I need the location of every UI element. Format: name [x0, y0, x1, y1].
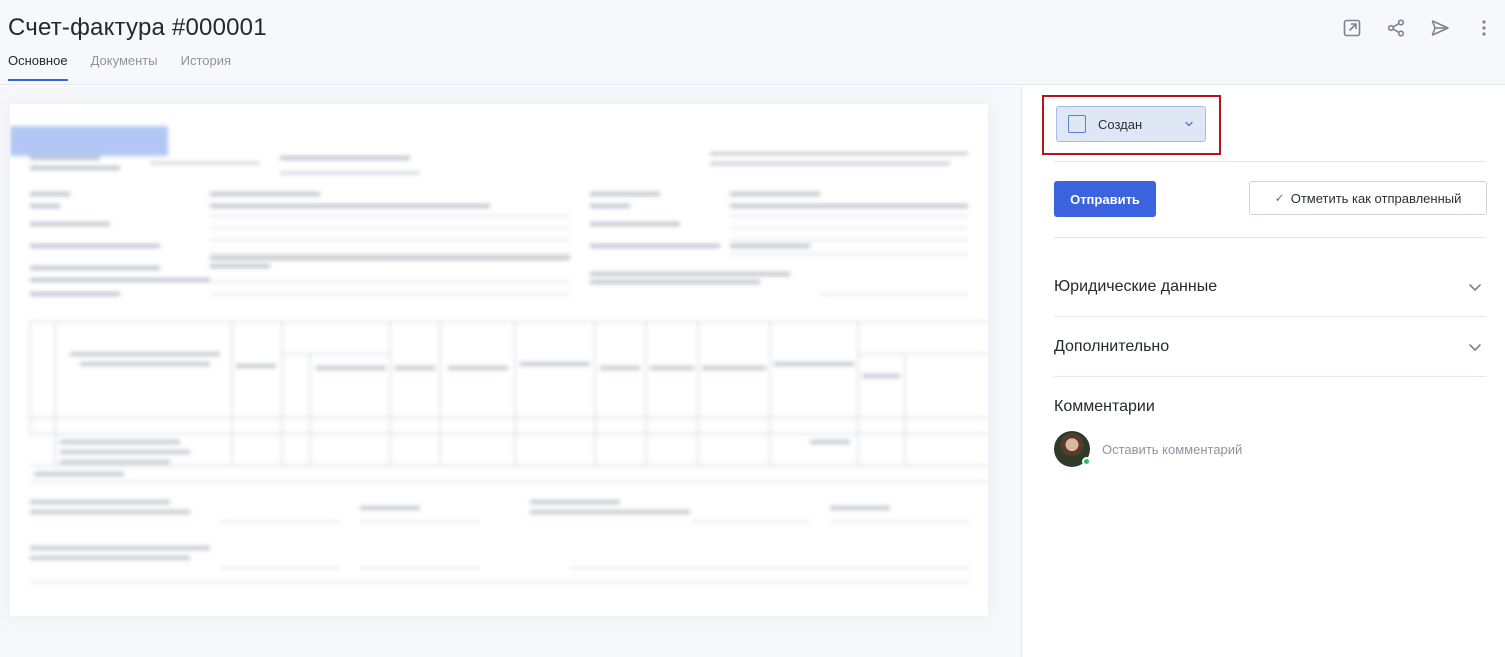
tab-bar: Основное Документы История	[8, 53, 231, 81]
send-button[interactable]: Отправить	[1054, 181, 1156, 217]
comment-composer: Оставить комментарий	[1054, 431, 1242, 467]
share-icon[interactable]	[1385, 17, 1407, 39]
status-dropdown[interactable]: Создан	[1056, 106, 1206, 142]
tab-history[interactable]: История	[181, 53, 231, 81]
page-title: Счет-фактура #000001	[8, 14, 267, 41]
section-legal-data[interactable]: Юридические данные	[1054, 257, 1486, 317]
divider	[1054, 376, 1486, 377]
comments-title: Комментарии	[1054, 398, 1155, 415]
chevron-down-icon	[1185, 121, 1193, 127]
tab-main[interactable]: Основное	[8, 53, 68, 81]
details-sidebar: Создан Отправить ✓ Отметить как отправле…	[1021, 86, 1505, 657]
mark-as-sent-label: Отметить как отправленный	[1290, 190, 1462, 206]
avatar	[1054, 431, 1091, 467]
section-additional[interactable]: Дополнительно	[1054, 317, 1486, 377]
online-status-dot	[1082, 457, 1091, 466]
divider	[1054, 161, 1486, 162]
divider	[1054, 237, 1486, 238]
section-legal-data-title: Юридические данные	[1054, 278, 1218, 295]
header-actions	[1341, 17, 1495, 39]
check-icon: ✓	[1274, 191, 1285, 205]
section-additional-title: Дополнительно	[1054, 338, 1170, 355]
chevron-down-icon	[1469, 344, 1481, 351]
status-value: Создан	[1098, 116, 1143, 132]
status-checkbox[interactable]	[1068, 115, 1086, 133]
document-preview[interactable]	[10, 104, 988, 616]
status-highlight-frame: Создан	[1042, 95, 1221, 155]
document-preview-image	[10, 104, 988, 616]
chevron-down-icon	[1469, 284, 1481, 291]
page-header: Счет-фактура #000001 Основное Документы …	[0, 0, 1505, 85]
more-vertical-icon[interactable]	[1473, 17, 1495, 39]
tab-documents[interactable]: Документы	[91, 53, 158, 81]
add-comment-link[interactable]: Оставить комментарий	[1102, 442, 1242, 457]
mark-as-sent-button[interactable]: ✓ Отметить как отправленный	[1249, 181, 1487, 215]
send-icon[interactable]	[1429, 17, 1451, 39]
external-link-icon[interactable]	[1341, 17, 1363, 39]
document-preview-area	[0, 86, 1021, 657]
